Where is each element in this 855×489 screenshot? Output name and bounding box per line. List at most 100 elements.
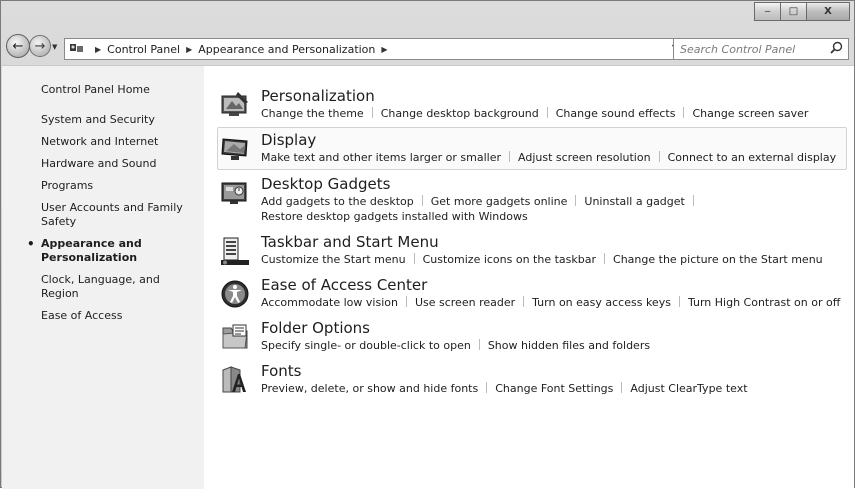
search-box[interactable] <box>673 38 849 60</box>
ease-of-access-title[interactable]: Ease of Access Center <box>261 276 848 294</box>
task-restore-gadgets[interactable]: Restore desktop gadgets installed with W… <box>261 210 528 223</box>
task-start-picture[interactable]: Change the picture on the Start menu <box>613 253 823 266</box>
folder-options-title[interactable]: Folder Options <box>261 319 848 337</box>
taskbar-tasks: Customize the Start menu Customize icons … <box>261 252 848 267</box>
task-separator <box>371 107 373 118</box>
desktop-gadgets-tasks-2: Restore desktop gadgets installed with W… <box>261 209 848 224</box>
fonts-icon[interactable] <box>220 365 250 395</box>
sidebar: Control Panel Home System and Security N… <box>2 66 204 489</box>
recent-pages-dropdown[interactable]: ▼ <box>52 43 57 51</box>
taskbar-title[interactable]: Taskbar and Start Menu <box>261 233 848 251</box>
search-icon[interactable] <box>830 41 843 54</box>
breadcrumb-separator-icon[interactable]: ▶ <box>95 45 101 54</box>
sidebar-item-clock-language[interactable]: Clock, Language, and Region <box>41 273 191 301</box>
maximize-button[interactable]: □ <box>780 2 807 21</box>
forward-arrow-icon: → <box>34 38 46 54</box>
task-customize-start[interactable]: Customize the Start menu <box>261 253 406 266</box>
category-taskbar: Taskbar and Start Menu Customize the Sta… <box>218 230 848 271</box>
task-more-gadgets[interactable]: Get more gadgets online <box>431 195 568 208</box>
back-arrow-icon: ← <box>12 38 24 54</box>
category-desktop-gadgets: Desktop Gadgets Add gadgets to the deskt… <box>218 172 848 228</box>
task-access-keys[interactable]: Turn on easy access keys <box>532 296 671 309</box>
task-screen-resolution[interactable]: Adjust screen resolution <box>518 151 651 164</box>
window-controls: ‒ □ X <box>754 2 850 21</box>
ease-of-access-tasks: Accommodate low vision Use screen reader T… <box>261 295 848 310</box>
back-button[interactable]: ← <box>6 34 30 58</box>
taskbar-icon[interactable] <box>220 236 250 266</box>
display-icon[interactable] <box>220 134 250 164</box>
breadcrumb-separator-icon[interactable]: ▶ <box>186 45 192 54</box>
task-separator <box>405 296 407 307</box>
breadcrumb-appearance[interactable]: Appearance and Personalization <box>198 43 375 56</box>
category-fonts: Fonts Preview, delete, or show and hide … <box>218 359 848 400</box>
desktop-gadgets-tasks: Add gadgets to the desktop Get more gadge… <box>261 194 848 209</box>
personalization-tasks: Change the theme Change desktop backgroun… <box>261 106 848 121</box>
title-bar: ‒ □ X <box>1 1 854 31</box>
task-customize-taskbar-icons[interactable]: Customize icons on the taskbar <box>423 253 596 266</box>
task-separator <box>621 382 623 393</box>
control-panel-icon <box>69 42 85 57</box>
task-separator <box>486 382 488 393</box>
close-button[interactable]: X <box>806 2 850 21</box>
task-change-sound-effects[interactable]: Change sound effects <box>556 107 676 120</box>
folder-options-tasks: Specify single- or double-click to open S… <box>261 338 848 353</box>
task-separator <box>421 195 423 206</box>
task-font-settings[interactable]: Change Font Settings <box>495 382 613 395</box>
category-personalization: Personalization Change the theme Change d… <box>218 84 848 125</box>
breadcrumb-separator-icon[interactable]: ▶ <box>381 45 387 54</box>
search-input[interactable] <box>680 42 828 56</box>
display-title[interactable]: Display <box>261 131 846 149</box>
sidebar-item-appearance[interactable]: Appearance and Personalization <box>27 237 191 265</box>
navigation-bar: ← → ▼ ▶ Control Panel ▶ Appearance and P… <box>1 31 854 65</box>
address-bar[interactable]: ▶ Control Panel ▶ Appearance and Persona… <box>64 38 709 60</box>
sidebar-item-system-security[interactable]: System and Security <box>41 113 191 127</box>
category-folder-options: Folder Options Specify single- or double… <box>218 316 848 357</box>
control-panel-window: ‒ □ X ← → ▼ ▶ Control Panel ▶ Appearance… <box>0 0 855 489</box>
personalization-title[interactable]: Personalization <box>261 87 848 105</box>
task-text-size[interactable]: Make text and other items larger or smal… <box>261 151 501 164</box>
content-area: Control Panel Home System and Security N… <box>2 65 854 489</box>
task-separator <box>413 253 415 264</box>
task-cleartype[interactable]: Adjust ClearType text <box>630 382 747 395</box>
sidebar-item-network[interactable]: Network and Internet <box>41 135 191 149</box>
sidebar-item-user-accounts[interactable]: User Accounts and Family Safety <box>41 201 191 229</box>
task-separator <box>546 107 548 118</box>
task-external-display[interactable]: Connect to an external display <box>668 151 837 164</box>
desktop-gadgets-title[interactable]: Desktop Gadgets <box>261 175 848 193</box>
task-show-hidden-files[interactable]: Show hidden files and folders <box>488 339 650 352</box>
breadcrumb-control-panel[interactable]: Control Panel <box>107 43 180 56</box>
task-add-gadgets[interactable]: Add gadgets to the desktop <box>261 195 414 208</box>
task-separator <box>575 195 577 206</box>
ease-of-access-icon[interactable] <box>220 279 250 309</box>
category-ease-of-access: Ease of Access Center Accommodate low vi… <box>218 273 848 314</box>
task-separator <box>604 253 606 264</box>
folder-options-icon[interactable] <box>220 322 250 352</box>
fonts-title[interactable]: Fonts <box>261 362 848 380</box>
forward-button[interactable]: → <box>29 35 51 57</box>
task-separator <box>478 339 480 350</box>
task-low-vision[interactable]: Accommodate low vision <box>261 296 398 309</box>
task-uninstall-gadget[interactable]: Uninstall a gadget <box>584 195 684 208</box>
task-separator <box>509 151 510 162</box>
personalization-icon[interactable] <box>220 90 250 120</box>
task-separator <box>692 195 694 206</box>
task-preview-fonts[interactable]: Preview, delete, or show and hide fonts <box>261 382 478 395</box>
task-click-to-open[interactable]: Specify single- or double-click to open <box>261 339 471 352</box>
category-list: Personalization Change the theme Change d… <box>217 84 848 402</box>
sidebar-item-ease-of-access[interactable]: Ease of Access <box>41 309 191 323</box>
sidebar-item-home[interactable]: Control Panel Home <box>41 83 204 97</box>
category-display: Display Make text and other items larger… <box>217 127 847 170</box>
task-separator <box>683 107 685 118</box>
task-separator <box>523 296 525 307</box>
task-separator <box>658 151 660 162</box>
gadgets-icon[interactable] <box>220 178 250 208</box>
task-change-background[interactable]: Change desktop background <box>381 107 539 120</box>
task-change-screen-saver[interactable]: Change screen saver <box>692 107 808 120</box>
sidebar-item-hardware-sound[interactable]: Hardware and Sound <box>41 157 191 171</box>
task-change-theme[interactable]: Change the theme <box>261 107 364 120</box>
task-screen-reader[interactable]: Use screen reader <box>415 296 515 309</box>
task-separator <box>678 296 680 307</box>
minimize-button[interactable]: ‒ <box>754 2 781 21</box>
sidebar-item-programs[interactable]: Programs <box>41 179 191 193</box>
task-high-contrast[interactable]: Turn High Contrast on or off <box>688 296 840 309</box>
